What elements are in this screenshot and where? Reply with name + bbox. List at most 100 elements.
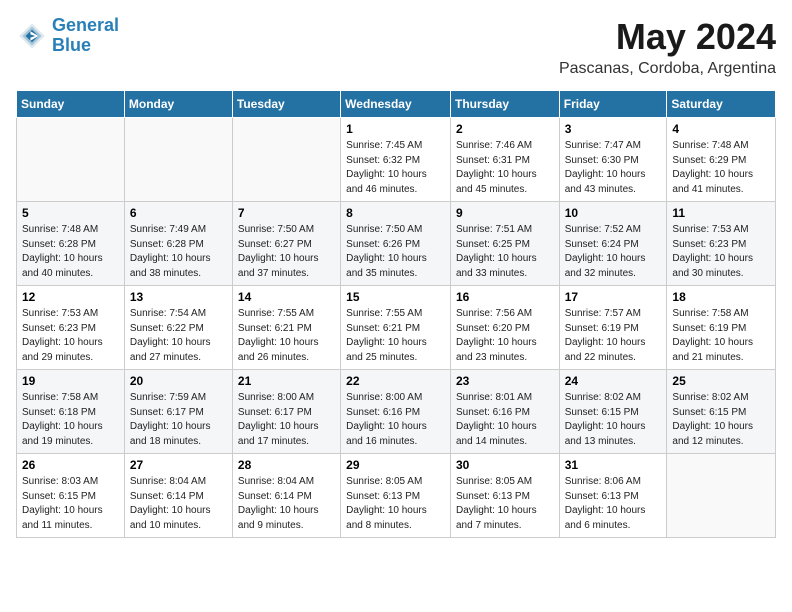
day-number: 8 [346,206,445,220]
weekday-wednesday: Wednesday [341,91,451,118]
day-info: Sunrise: 7:58 AM Sunset: 6:19 PM Dayligh… [672,307,770,365]
calendar-cell: 24Sunrise: 8:02 AM Sunset: 6:15 PM Dayli… [559,370,667,454]
calendar-cell: 27 Sunrise: 8:04 AM Sunset: 6:14 PM Dayli… [124,454,232,538]
day-number: 27 [130,458,227,472]
weekday-monday: Monday [124,91,232,118]
day-number: 16 [456,290,554,304]
day-info: Sunrise: 8:04 AM Sunset: 6:14 PM Dayligh… [238,475,335,533]
calendar-cell: 7 Sunrise: 7:50 AM Sunset: 6:27 PM Daylig… [232,202,340,286]
weekday-header-row: SundayMondayTuesdayWednesdayThursdayFrid… [17,91,776,118]
day-number: 29 [346,458,445,472]
day-info: Sunrise: 8:00 AM Sunset: 6:17 PM Dayligh… [238,391,335,449]
day-number: 22 [346,374,445,388]
logo-icon [16,20,48,52]
calendar-cell: 29 Sunrise: 8:05 AM Sunset: 6:13 PM Dayli… [341,454,451,538]
day-info: Sunrise: 7:55 AM Sunset: 6:21 PM Dayligh… [238,307,335,365]
calendar-cell: 30 Sunrise: 8:05 AM Sunset: 6:13 PM Dayli… [450,454,559,538]
day-number: 12 [22,290,119,304]
day-number: 17 [565,290,662,304]
day-info: Sunrise: 7:47 AM Sunset: 6:30 PM Dayligh… [565,139,662,197]
calendar-cell: 21 Sunrise: 8:00 AM Sunset: 6:17 PM Dayli… [232,370,340,454]
day-info: Sunrise: 7:52 AM Sunset: 6:24 PM Dayligh… [565,223,662,281]
calendar-table: SundayMondayTuesdayWednesdayThursdayFrid… [16,90,776,538]
day-info: Sunrise: 8:06 AM Sunset: 6:13 PM Dayligh… [565,475,662,533]
calendar-subtitle: Pascanas, Cordoba, Argentina [559,60,776,78]
day-info: Sunrise: 7:53 AM Sunset: 6:23 PM Dayligh… [22,307,119,365]
day-info: Sunrise: 8:05 AM Sunset: 6:13 PM Dayligh… [456,475,554,533]
day-number: 3 [565,122,662,136]
day-info: Sunrise: 7:50 AM Sunset: 6:27 PM Dayligh… [238,223,335,281]
weekday-sunday: Sunday [17,91,125,118]
calendar-cell: 6 Sunrise: 7:49 AM Sunset: 6:28 PM Daylig… [124,202,232,286]
week-row-1: 5Sunrise: 7:48 AM Sunset: 6:28 PM Daylig… [17,202,776,286]
day-info: Sunrise: 7:58 AM Sunset: 6:18 PM Dayligh… [22,391,119,449]
day-info: Sunrise: 7:57 AM Sunset: 6:19 PM Dayligh… [565,307,662,365]
day-info: Sunrise: 7:46 AM Sunset: 6:31 PM Dayligh… [456,139,554,197]
calendar-cell: 11 Sunrise: 7:53 AM Sunset: 6:23 PM Dayli… [667,202,776,286]
day-number: 7 [238,206,335,220]
logo-text: General Blue [52,16,119,56]
day-number: 10 [565,206,662,220]
week-row-4: 26Sunrise: 8:03 AM Sunset: 6:15 PM Dayli… [17,454,776,538]
calendar-cell [17,118,125,202]
calendar-cell: 19 Sunrise: 7:58 AM Sunset: 6:18 PM Dayli… [17,370,125,454]
calendar-cell: 22Sunrise: 8:00 AM Sunset: 6:16 PM Dayli… [341,370,451,454]
day-info: Sunrise: 8:02 AM Sunset: 6:15 PM Dayligh… [672,391,770,449]
day-info: Sunrise: 7:48 AM Sunset: 6:28 PM Dayligh… [22,223,119,281]
day-info: Sunrise: 7:54 AM Sunset: 6:22 PM Dayligh… [130,307,227,365]
calendar-cell: 3 Sunrise: 7:47 AM Sunset: 6:30 PM Daylig… [559,118,667,202]
day-number: 1 [346,122,445,136]
day-number: 18 [672,290,770,304]
title-block: May 2024 Pascanas, Cordoba, Argentina [559,16,776,78]
week-row-2: 12 Sunrise: 7:53 AM Sunset: 6:23 PM Dayli… [17,286,776,370]
calendar-cell: 10 Sunrise: 7:52 AM Sunset: 6:24 PM Dayli… [559,202,667,286]
day-info: Sunrise: 8:05 AM Sunset: 6:13 PM Dayligh… [346,475,445,533]
calendar-cell: 4 Sunrise: 7:48 AM Sunset: 6:29 PM Daylig… [667,118,776,202]
day-number: 21 [238,374,335,388]
page-header: General Blue May 2024 Pascanas, Cordoba,… [16,16,776,78]
calendar-cell: 16 Sunrise: 7:56 AM Sunset: 6:20 PM Dayli… [450,286,559,370]
day-number: 13 [130,290,227,304]
calendar-cell: 28Sunrise: 8:04 AM Sunset: 6:14 PM Dayli… [232,454,340,538]
day-number: 23 [456,374,554,388]
calendar-cell: 17 Sunrise: 7:57 AM Sunset: 6:19 PM Dayli… [559,286,667,370]
day-info: Sunrise: 7:53 AM Sunset: 6:23 PM Dayligh… [672,223,770,281]
weekday-friday: Friday [559,91,667,118]
week-row-3: 19 Sunrise: 7:58 AM Sunset: 6:18 PM Dayli… [17,370,776,454]
day-info: Sunrise: 7:49 AM Sunset: 6:28 PM Dayligh… [130,223,227,281]
day-number: 11 [672,206,770,220]
day-number: 2 [456,122,554,136]
day-info: Sunrise: 7:51 AM Sunset: 6:25 PM Dayligh… [456,223,554,281]
calendar-cell [232,118,340,202]
calendar-cell: 13 Sunrise: 7:54 AM Sunset: 6:22 PM Dayli… [124,286,232,370]
day-info: Sunrise: 8:04 AM Sunset: 6:14 PM Dayligh… [130,475,227,533]
calendar-cell: 12 Sunrise: 7:53 AM Sunset: 6:23 PM Dayli… [17,286,125,370]
day-number: 26 [22,458,119,472]
calendar-cell: 31Sunrise: 8:06 AM Sunset: 6:13 PM Dayli… [559,454,667,538]
weekday-tuesday: Tuesday [232,91,340,118]
day-number: 15 [346,290,445,304]
calendar-cell [124,118,232,202]
day-info: Sunrise: 7:56 AM Sunset: 6:20 PM Dayligh… [456,307,554,365]
day-info: Sunrise: 7:55 AM Sunset: 6:21 PM Dayligh… [346,307,445,365]
calendar-cell: 18 Sunrise: 7:58 AM Sunset: 6:19 PM Dayli… [667,286,776,370]
day-number: 30 [456,458,554,472]
calendar-cell: 23Sunrise: 8:01 AM Sunset: 6:16 PM Dayli… [450,370,559,454]
day-number: 6 [130,206,227,220]
day-number: 4 [672,122,770,136]
day-info: Sunrise: 7:59 AM Sunset: 6:17 PM Dayligh… [130,391,227,449]
day-info: Sunrise: 7:50 AM Sunset: 6:26 PM Dayligh… [346,223,445,281]
calendar-cell: 25Sunrise: 8:02 AM Sunset: 6:15 PM Dayli… [667,370,776,454]
calendar-title: May 2024 [559,16,776,58]
day-info: Sunrise: 7:48 AM Sunset: 6:29 PM Dayligh… [672,139,770,197]
day-number: 19 [22,374,119,388]
weekday-saturday: Saturday [667,91,776,118]
calendar-cell: 1 Sunrise: 7:45 AM Sunset: 6:32 PM Daylig… [341,118,451,202]
calendar-cell: 26Sunrise: 8:03 AM Sunset: 6:15 PM Dayli… [17,454,125,538]
calendar-cell: 2 Sunrise: 7:46 AM Sunset: 6:31 PM Daylig… [450,118,559,202]
calendar-cell: 20Sunrise: 7:59 AM Sunset: 6:17 PM Dayli… [124,370,232,454]
calendar-cell: 14 Sunrise: 7:55 AM Sunset: 6:21 PM Dayli… [232,286,340,370]
day-info: Sunrise: 7:45 AM Sunset: 6:32 PM Dayligh… [346,139,445,197]
day-number: 14 [238,290,335,304]
day-info: Sunrise: 8:02 AM Sunset: 6:15 PM Dayligh… [565,391,662,449]
